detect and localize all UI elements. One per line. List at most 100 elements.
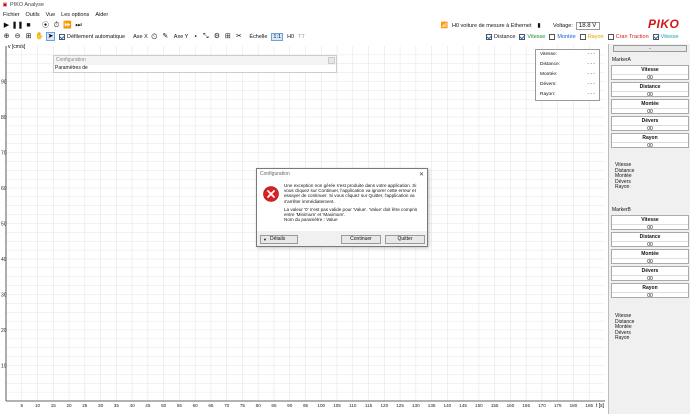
scale-option-h0[interactable]: H0: [287, 34, 294, 40]
marker-a-vitesse: Vitesse 00: [611, 65, 689, 81]
quit-button[interactable]: Quitter: [385, 234, 425, 244]
menu-aider[interactable]: Aider: [95, 12, 108, 18]
timer-icon[interactable]: ⏲: [150, 32, 159, 41]
stopwatch-icon[interactable]: ⏱: [52, 21, 61, 30]
auto-scroll-label: Défilement automatique: [67, 33, 126, 40]
dialog-message-1: Une exception non gérée s'est produite d…: [284, 183, 417, 204]
config-panel-subtitle: Paramètres de: [55, 65, 88, 71]
x-tick-label: 140: [444, 403, 452, 408]
marker-b-devers: Dévers 00: [611, 265, 689, 282]
marker-b-montee: Montée 00: [611, 248, 689, 265]
dialog-close-icon[interactable]: ✕: [419, 171, 424, 178]
chevron-down-icon: ▼: [263, 236, 267, 242]
x-tick-label: 120: [380, 403, 388, 408]
pause-icon[interactable]: ❚❚: [12, 21, 24, 30]
marker-b-distance: Distance 00: [611, 231, 689, 248]
collapse-button[interactable]: -: [613, 45, 687, 52]
menu-options[interactable]: Les options: [61, 12, 89, 18]
toggle-vitesse-checkbox[interactable]: [519, 33, 526, 40]
x-tick-label: 135: [428, 403, 436, 408]
dialog-message-3: Nom du paramètre : Value: [284, 217, 338, 223]
x-tick-label: 80: [256, 403, 262, 408]
continue-button[interactable]: Continuer: [341, 234, 381, 244]
x-tick-label: 95: [303, 403, 309, 408]
x-tick-label: 105: [333, 403, 341, 408]
x-tick-label: 40: [130, 403, 136, 408]
stop-icon[interactable]: ■: [24, 21, 33, 30]
x-tick-label: 5: [20, 403, 23, 408]
scale-option-1-1[interactable]: 1:1: [271, 32, 284, 41]
menu-outils[interactable]: Outils: [26, 12, 40, 18]
menu-fichier[interactable]: Fichier: [3, 12, 20, 18]
marker-a-list: Vitesse Distance Montée Dévers Rayon: [615, 162, 635, 191]
y-tick-label: 80: [1, 115, 7, 121]
menu-vue[interactable]: Vue: [46, 12, 56, 18]
x-tick-label: 45: [145, 403, 151, 408]
info-row-distance: Distance: - - -: [540, 62, 595, 67]
y-tick-label: 30: [1, 292, 7, 298]
grid-icon[interactable]: ⊞: [223, 32, 232, 41]
menu-bar: Fichier Outils Vue Les options Aider: [0, 10, 690, 20]
x-tick-label: 155: [491, 403, 499, 408]
toggle-rayon-checkbox[interactable]: [579, 33, 586, 40]
x-tick-label: 90: [287, 403, 293, 408]
toggle-vitesse2-checkbox[interactable]: [652, 33, 659, 40]
cursor-icon[interactable]: ➤: [46, 32, 55, 41]
info-row-devers: Dévers: - - -: [540, 82, 595, 87]
marker-a-devers: Dévers 00: [611, 116, 689, 132]
x-tick-label: 55: [177, 403, 183, 408]
piko-logo: PIKO: [648, 17, 680, 31]
gauge-icon[interactable]: ◔: [190, 32, 199, 41]
toggle-montee-checkbox[interactable]: [549, 33, 556, 40]
zoom-out-icon[interactable]: ⊖: [13, 32, 22, 41]
toggle-montee-label: Montée: [557, 33, 576, 40]
x-tick-label: 25: [82, 403, 88, 408]
config-panel-close-icon[interactable]: [328, 57, 335, 64]
tools-icon[interactable]: ✂: [234, 32, 243, 41]
zoom-fit-icon[interactable]: ⊞: [24, 32, 33, 41]
record-icon[interactable]: ⦿: [41, 21, 50, 30]
y-tick-label: 60: [1, 186, 7, 192]
measure-icon[interactable]: ⤡: [201, 32, 210, 41]
zoom-in-icon[interactable]: ⊕: [2, 32, 11, 41]
config-panel-title: Configuration: [54, 56, 336, 65]
x-tick-label: 150: [475, 403, 483, 408]
scale-option-tt[interactable]: TT: [298, 34, 305, 40]
title-bar: ▣ PIKO Analyse: [0, 0, 690, 10]
app-icon: ▣: [2, 1, 8, 8]
toggle-distance-checkbox[interactable]: [486, 33, 492, 40]
skip-end-icon[interactable]: ⏭: [74, 21, 83, 30]
x-tick-label: 170: [538, 403, 546, 408]
toggle-cran-traction-checkbox[interactable]: [607, 33, 614, 40]
axis-x-label: Axe X: [133, 33, 148, 40]
dialog-message-2: La valeur '0' n'est pas valide pour 'Val…: [284, 206, 418, 218]
x-tick-label: 175: [554, 403, 562, 408]
x-tick-label: 35: [114, 403, 120, 408]
connection-status: 📶 H0 voiture de mesure à Ethernet ▮: [440, 21, 544, 30]
info-row-rayon: Rayon: - - -: [540, 92, 595, 97]
toggle-cran-traction-label: Cran Traction: [615, 33, 649, 40]
play-icon[interactable]: ▶: [2, 21, 11, 30]
marker-a-montee: Montée 00: [611, 99, 689, 115]
fast-forward-icon[interactable]: ⏩: [63, 21, 72, 30]
settings-icon[interactable]: ⚙: [212, 32, 221, 41]
auto-scroll-checkbox[interactable]: [59, 33, 65, 40]
pen-icon[interactable]: ✎: [161, 32, 170, 41]
x-tick-label: 185: [585, 403, 593, 408]
marker-b-vitesse: Vitesse 00: [611, 214, 689, 231]
x-axis-label: t [s]: [596, 403, 605, 409]
dialog-body: Une exception non gérée s'est produite d…: [257, 179, 427, 231]
marker-a-distance: Distance 00: [611, 82, 689, 98]
x-tick-label: 20: [66, 403, 72, 408]
info-box: Vitesse: - - - Distance: - - - Montée: - - …: [535, 49, 600, 101]
hand-icon[interactable]: ✋: [35, 32, 44, 41]
config-panel: Configuration Paramètres de: [53, 55, 337, 73]
error-dialog: Configuration ✕ Une exception non gérée …: [256, 168, 428, 247]
marker-b-list: Vitesse Distance Montée Dévers Rayon: [615, 312, 635, 342]
marker-a-title: MarkerA: [612, 57, 631, 63]
x-tick-label: 110: [349, 403, 357, 408]
x-tick-label: 160: [507, 403, 515, 408]
voltage-value: 18.8 V: [575, 21, 600, 30]
details-button[interactable]: ▼ Détails: [260, 234, 298, 244]
dialog-title-bar: Configuration ✕: [257, 169, 427, 179]
